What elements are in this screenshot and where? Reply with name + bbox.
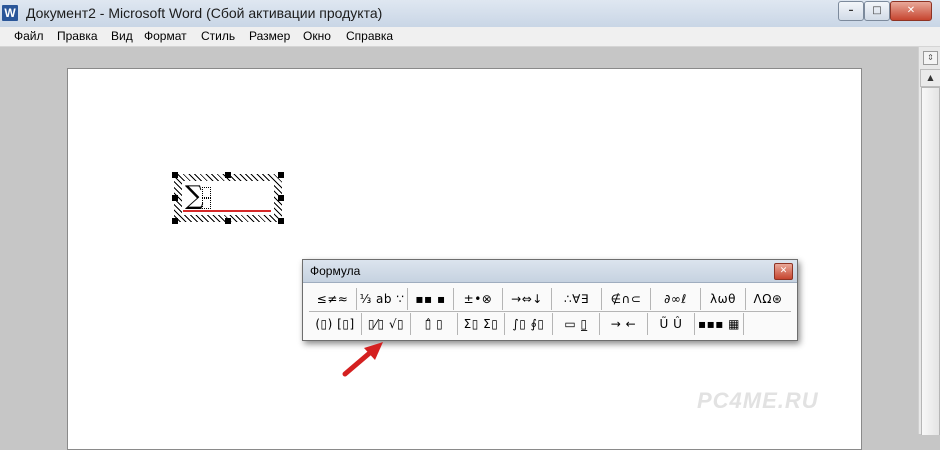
watermark-text: PC4ME.RU (697, 388, 819, 413)
red-arrow-icon (342, 342, 383, 377)
